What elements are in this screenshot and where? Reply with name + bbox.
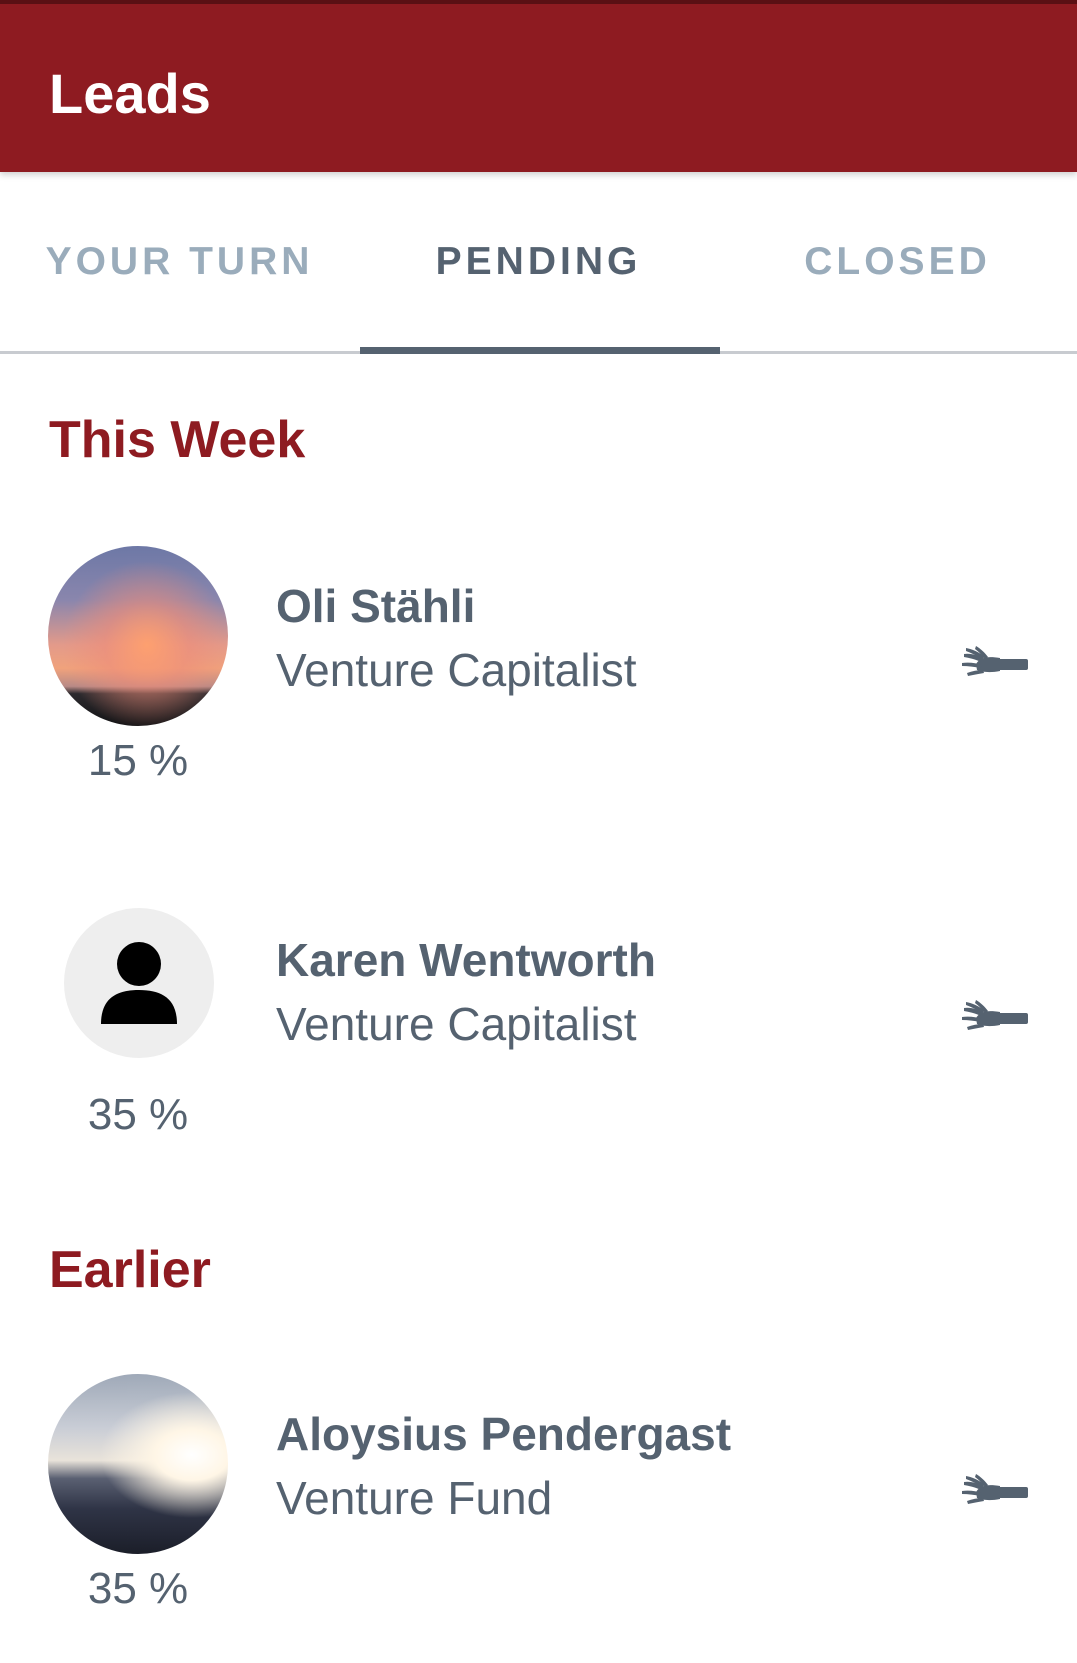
lead-name: Aloysius Pendergast (276, 1408, 732, 1460)
tab-closed[interactable]: CLOSED (718, 172, 1077, 351)
list-item[interactable]: 35 % Aloysius Pendergast Venture Fund (0, 1374, 1077, 1634)
avatar (64, 908, 214, 1058)
tab-pending[interactable]: PENDING (359, 172, 718, 351)
lead-percent: 35 % (87, 1564, 189, 1613)
hand-icon[interactable] (962, 644, 1028, 684)
lead-percent: 35 % (87, 1090, 189, 1139)
avatar (48, 1374, 228, 1554)
lead-role: Venture Capitalist (276, 644, 637, 696)
tab-bar: YOUR TURN PENDING CLOSED (0, 172, 1077, 354)
lead-name: Oli Stähli (276, 580, 476, 632)
section-header-this-week: This Week (49, 411, 306, 469)
section-header-earlier: Earlier (49, 1241, 211, 1299)
tab-your-turn[interactable]: YOUR TURN (0, 172, 359, 351)
lead-role: Venture Fund (276, 1472, 553, 1524)
hand-icon[interactable] (962, 998, 1028, 1038)
avatar (48, 546, 228, 726)
app-bar: Leads (0, 0, 1077, 172)
person-placeholder-icon (101, 942, 177, 1024)
list-item[interactable]: 35 % Karen Wentworth Venture Capitalist (0, 900, 1077, 1160)
lead-percent: 15 % (87, 736, 189, 785)
active-tab-indicator (360, 347, 720, 354)
list-item[interactable]: 15 % Oli Stähli Venture Capitalist (0, 546, 1077, 806)
page-title: Leads (49, 62, 211, 125)
lead-name: Karen Wentworth (276, 934, 656, 986)
hand-icon[interactable] (962, 1472, 1028, 1512)
lead-role: Venture Capitalist (276, 998, 637, 1050)
